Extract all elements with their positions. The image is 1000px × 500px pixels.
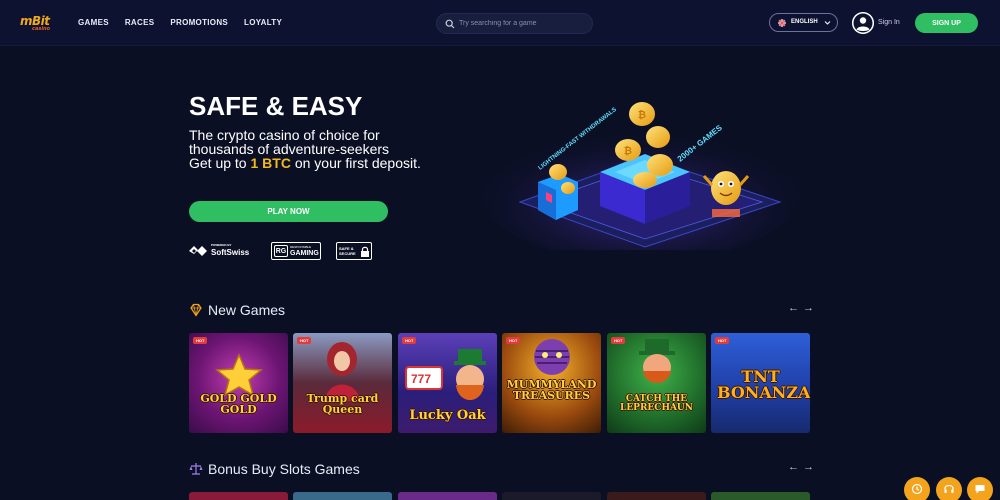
safe-secure-text: SAFE & SECURE [339, 246, 356, 256]
hot-badge: HOT [193, 337, 208, 344]
bonus-game-card[interactable] [607, 492, 706, 500]
nav-loyalty[interactable]: LOYALTY [244, 18, 282, 27]
game-title: GOLD GOLD GOLD [200, 392, 277, 416]
play-now-button[interactable]: PLAY NOW [189, 201, 388, 222]
safe-secure-badge: SAFE & SECURE [336, 242, 372, 260]
language-label: ENGLISH [791, 19, 818, 25]
new-games-title: New Games [208, 302, 286, 318]
star-icon [215, 353, 263, 397]
sign-up-button[interactable]: SIGN UP [915, 13, 978, 33]
lock-icon [361, 246, 369, 257]
user-avatar-icon[interactable] [852, 12, 874, 34]
nav-promotions[interactable]: PROMOTIONS [170, 18, 228, 27]
hero-line-2-pre: Get up to [189, 155, 251, 171]
scales-icon [189, 463, 203, 475]
softswiss-logo-icon [189, 246, 207, 256]
bonus-game-card[interactable] [502, 492, 601, 500]
uk-flag-icon [778, 19, 786, 27]
bonus-buy-carousel [189, 492, 810, 500]
game-title: MUMMYLAND TREASURES [506, 378, 597, 402]
rg-logo: RG [274, 245, 288, 257]
game-card-catch-the-leprechaun[interactable]: HOT CATCH THE LEPRECHAUN [607, 333, 706, 433]
history-button[interactable] [904, 477, 930, 500]
hero-line-2-post: on your first deposit. [290, 155, 421, 171]
hero-title: SAFE & EASY [189, 91, 363, 121]
bonus-buy-next-button[interactable]: → [803, 461, 818, 473]
bonus-game-card[interactable] [711, 492, 810, 500]
svg-text:₿: ₿ [638, 109, 646, 121]
new-games-arrows: ←→ [788, 302, 818, 314]
clock-icon [911, 483, 923, 495]
hero-line-1: The crypto casino of choice for thousand… [189, 127, 390, 157]
bonus-buy-prev-button[interactable]: ← [788, 461, 803, 473]
mummy-character-icon [534, 339, 570, 375]
bonus-game-card[interactable] [189, 492, 288, 500]
responsible-gaming-badge: RG RESPONSIBLE GAMING [271, 242, 321, 260]
rg-small-text: RESPONSIBLE [290, 245, 312, 249]
site-logo[interactable]: mBit casino [20, 14, 58, 32]
chat-icon [975, 485, 985, 494]
hot-badge: HOT [715, 337, 730, 344]
bonus-buy-arrows: ←→ [788, 461, 818, 473]
game-card-tnt-bonanza[interactable]: HOT TNT BONANZA [711, 333, 810, 433]
hot-badge: HOT [402, 337, 417, 344]
leprechaun-icon [639, 339, 675, 383]
search-input[interactable] [459, 16, 587, 31]
new-games-prev-button[interactable]: ← [788, 302, 803, 314]
new-games-next-button[interactable]: → [803, 302, 818, 314]
support-button[interactable] [936, 477, 962, 500]
chat-button[interactable] [967, 477, 993, 500]
new-games-carousel: HOT GOLD GOLD GOLD HOT Trump card Queen … [189, 333, 810, 433]
softswiss-small-text: POWERED BY [211, 243, 232, 247]
game-title: Lucky Oak [409, 408, 486, 423]
game-card-gold-gold-gold[interactable]: HOT GOLD GOLD GOLD [189, 333, 288, 433]
bonus-game-card[interactable] [398, 492, 497, 500]
logo-subtext: casino [32, 26, 51, 32]
sign-in-link[interactable]: Sign In [878, 19, 900, 26]
nav-races[interactable]: RACES [125, 18, 155, 27]
main-nav: GAMES RACES PROMOTIONS LOYALTY [78, 18, 282, 27]
leprechaun-slot-icon: 777 [405, 349, 486, 400]
nav-games[interactable]: GAMES [78, 18, 109, 27]
game-title: Trump card Queen [306, 392, 379, 416]
softswiss-text: SoftSwiss [211, 248, 250, 257]
hero-description: The crypto casino of choice for thousand… [189, 128, 429, 170]
rg-text: GAMING [290, 250, 319, 257]
bonus-game-card[interactable] [293, 492, 392, 500]
language-selector[interactable]: ENGLISH [769, 13, 838, 32]
top-header: mBit casino GAMES RACES PROMOTIONS LOYAL… [0, 0, 1000, 46]
hero-illustration: ₿ ₿ LIGHTNING-FAST WITHDRAWALS 2000+ GAM… [480, 102, 800, 250]
game-card-mummyland-treasures[interactable]: HOT MUMMYLAND TREASURES [502, 333, 601, 433]
hot-badge: HOT [611, 337, 626, 344]
game-title: CATCH THE LEPRECHAUN [619, 394, 694, 413]
chevron-down-icon [824, 21, 831, 25]
diamond-icon [190, 303, 202, 317]
game-title: TNT BONANZA [717, 367, 810, 402]
svg-text:777: 777 [411, 372, 431, 386]
hero-btc-highlight: 1 BTC [250, 155, 291, 171]
hot-badge: HOT [506, 337, 521, 344]
softswiss-badge: POWERED BY SoftSwiss [189, 242, 257, 260]
bonus-buy-title: Bonus Buy Slots Games [208, 461, 360, 477]
game-card-lucky-oak[interactable]: 777 HOT Lucky Oak [398, 333, 497, 433]
hot-badge: HOT [297, 337, 312, 344]
headset-icon [944, 484, 954, 493]
search-icon [445, 19, 455, 29]
search-box[interactable] [436, 13, 593, 34]
game-card-trump-card-queen[interactable]: HOT Trump card Queen [293, 333, 392, 433]
svg-text:₿: ₿ [624, 145, 632, 157]
